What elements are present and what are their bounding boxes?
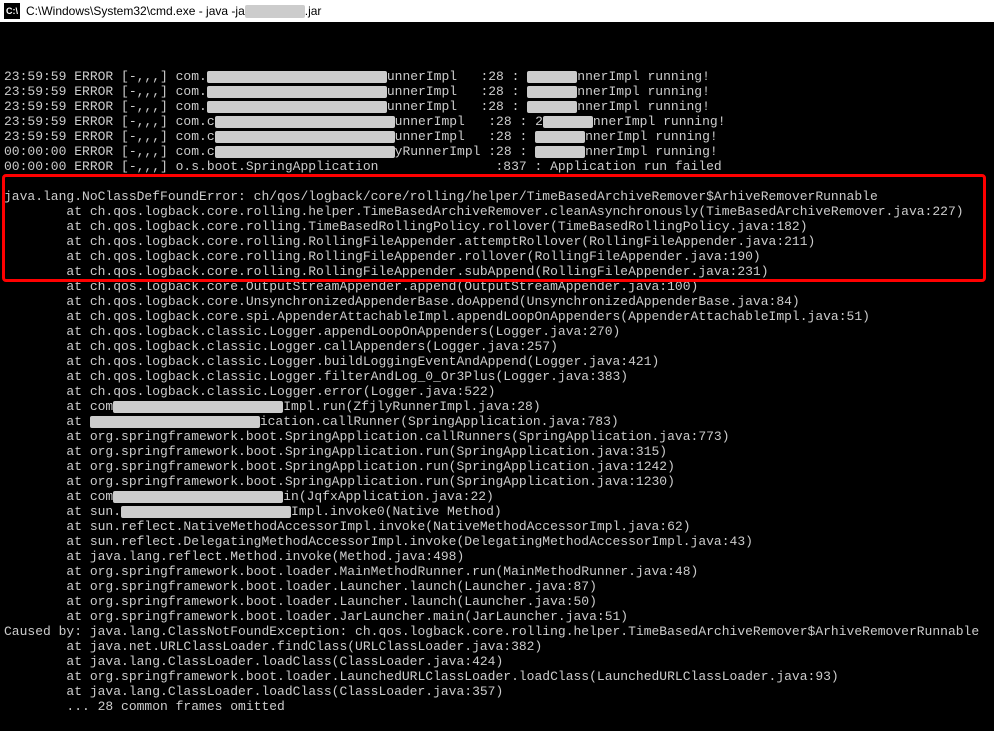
- text-redaction: [113, 401, 283, 413]
- text-redaction: [113, 491, 283, 503]
- stack-frame: at org.springframework.boot.loader.Launc…: [4, 669, 990, 684]
- stack-frame: at org.springframework.boot.loader.Launc…: [4, 594, 990, 609]
- text-redaction: [527, 86, 577, 98]
- log-line: 00:00:00 ERROR [-,,,] o.s.boot.SpringApp…: [4, 159, 990, 174]
- stack-frame: at ch.qos.logback.core.OutputStreamAppen…: [4, 279, 990, 294]
- text-redaction: [527, 71, 577, 83]
- text-redaction: [215, 131, 395, 143]
- window-title-suffix: .jar: [305, 4, 322, 18]
- text-redaction: [535, 146, 585, 158]
- stack-frame: at org.springframework.boot.SpringApplic…: [4, 474, 990, 489]
- log-line: 23:59:59 ERROR [-,,,] com. unnerImpl :28…: [4, 84, 990, 99]
- stack-frame-redacted: at sun. Impl.invoke0(Native Method): [4, 504, 990, 519]
- log-line: 23:59:59 ERROR [-,,,] com. unnerImpl :28…: [4, 69, 990, 84]
- stack-frame: at org.springframework.boot.loader.JarLa…: [4, 609, 990, 624]
- stack-frame: ... 28 common frames omitted: [4, 699, 990, 714]
- stack-frame: at ch.qos.logback.core.spi.AppenderAttac…: [4, 309, 990, 324]
- window-titlebar: C:\ C:\Windows\System32\cmd.exe - java -…: [0, 0, 994, 22]
- stack-frame: at ch.qos.logback.core.rolling.TimeBased…: [4, 219, 990, 234]
- stack-frame: at org.springframework.boot.SpringApplic…: [4, 444, 990, 459]
- stack-frame: at org.springframework.boot.loader.Launc…: [4, 579, 990, 594]
- cmd-icon: C:\: [4, 3, 20, 19]
- stack-frame-redacted: at com in(JqfxApplication.java:22): [4, 489, 990, 504]
- text-redaction: [90, 416, 260, 428]
- text-redaction: [207, 71, 387, 83]
- stack-frame: at org.springframework.boot.SpringApplic…: [4, 459, 990, 474]
- log-line: 23:59:59 ERROR [-,,,] com.c unnerImpl :2…: [4, 129, 990, 144]
- stack-frame: at ch.qos.logback.classic.Logger.filterA…: [4, 369, 990, 384]
- caused-by-header: Caused by: java.lang.ClassNotFoundExcept…: [4, 624, 990, 639]
- stack-frame: at ch.qos.logback.classic.Logger.appendL…: [4, 324, 990, 339]
- stack-frame: at sun.reflect.NativeMethodAccessorImpl.…: [4, 519, 990, 534]
- text-redaction: [215, 146, 395, 158]
- log-line: 00:00:00 ERROR [-,,,] com.c yRunnerImpl …: [4, 144, 990, 159]
- stack-frame: at java.lang.ClassLoader.loadClass(Class…: [4, 654, 990, 669]
- stack-frame: at ch.qos.logback.classic.Logger.buildLo…: [4, 354, 990, 369]
- stack-frame: at java.lang.ClassLoader.loadClass(Class…: [4, 684, 990, 699]
- stack-frame-redacted: at ication.callRunner(SpringApplication.…: [4, 414, 990, 429]
- exception-header: java.lang.NoClassDefFoundError: ch/qos/l…: [4, 189, 990, 204]
- text-redaction: [207, 101, 387, 113]
- blank-line: [4, 174, 990, 189]
- text-redaction: [535, 131, 585, 143]
- stack-frame: at sun.reflect.DelegatingMethodAccessorI…: [4, 534, 990, 549]
- window-title-prefix: C:\Windows\System32\cmd.exe - java -ja: [26, 4, 245, 18]
- title-redaction: [245, 5, 305, 18]
- stack-frame: at ch.qos.logback.core.rolling.helper.Ti…: [4, 204, 990, 219]
- stack-frame: at java.net.URLClassLoader.findClass(URL…: [4, 639, 990, 654]
- log-line: 23:59:59 ERROR [-,,,] com.c unnerImpl :2…: [4, 114, 990, 129]
- stack-frame: at ch.qos.logback.core.UnsynchronizedApp…: [4, 294, 990, 309]
- stack-frame-redacted: at com Impl.run(ZfjlyRunnerImpl.java:28): [4, 399, 990, 414]
- text-redaction: [543, 116, 593, 128]
- log-line: 23:59:59 ERROR [-,,,] com. unnerImpl :28…: [4, 99, 990, 114]
- stack-frame: at org.springframework.boot.SpringApplic…: [4, 429, 990, 444]
- text-redaction: [121, 506, 291, 518]
- stack-frame: at ch.qos.logback.classic.Logger.callApp…: [4, 339, 990, 354]
- stack-frame: at org.springframework.boot.loader.MainM…: [4, 564, 990, 579]
- stack-frame: at ch.qos.logback.core.rolling.RollingFi…: [4, 249, 990, 264]
- text-redaction: [527, 101, 577, 113]
- stack-frame: at ch.qos.logback.core.rolling.RollingFi…: [4, 234, 990, 249]
- stack-frame: at ch.qos.logback.classic.Logger.error(L…: [4, 384, 990, 399]
- terminal-output[interactable]: 23:59:59 ERROR [-,,,] com. unnerImpl :28…: [0, 22, 994, 731]
- stack-frame: at ch.qos.logback.core.rolling.RollingFi…: [4, 264, 990, 279]
- text-redaction: [207, 86, 387, 98]
- text-redaction: [215, 116, 395, 128]
- stack-frame: at java.lang.reflect.Method.invoke(Metho…: [4, 549, 990, 564]
